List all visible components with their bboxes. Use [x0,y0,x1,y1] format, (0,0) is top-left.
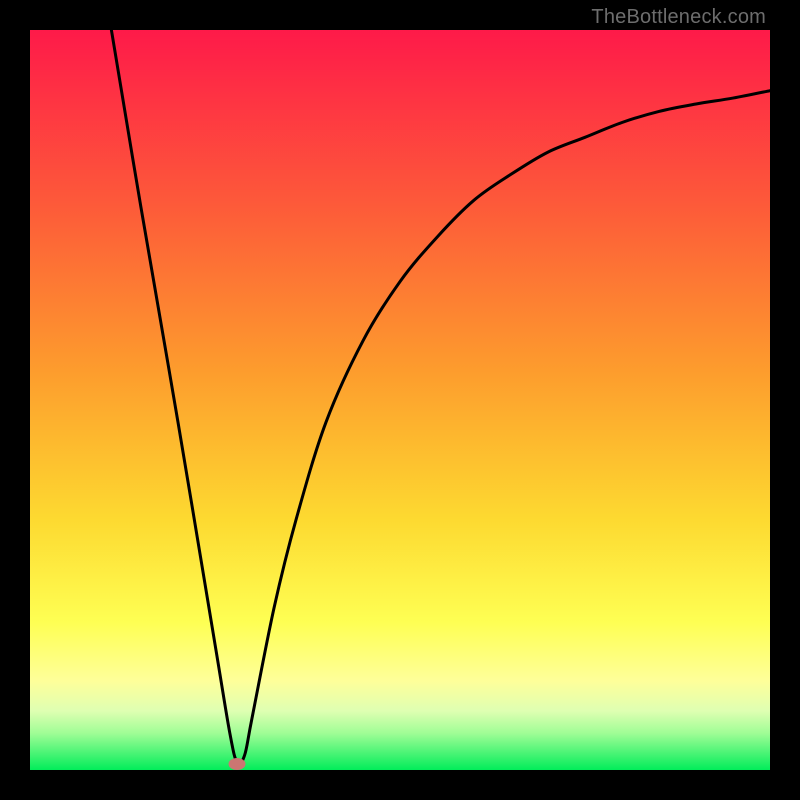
watermark-text: TheBottleneck.com [591,6,766,29]
optimum-marker [229,758,246,770]
plot-area [30,30,770,770]
bottleneck-curve [30,30,770,770]
chart-frame: TheBottleneck.com [0,0,800,800]
